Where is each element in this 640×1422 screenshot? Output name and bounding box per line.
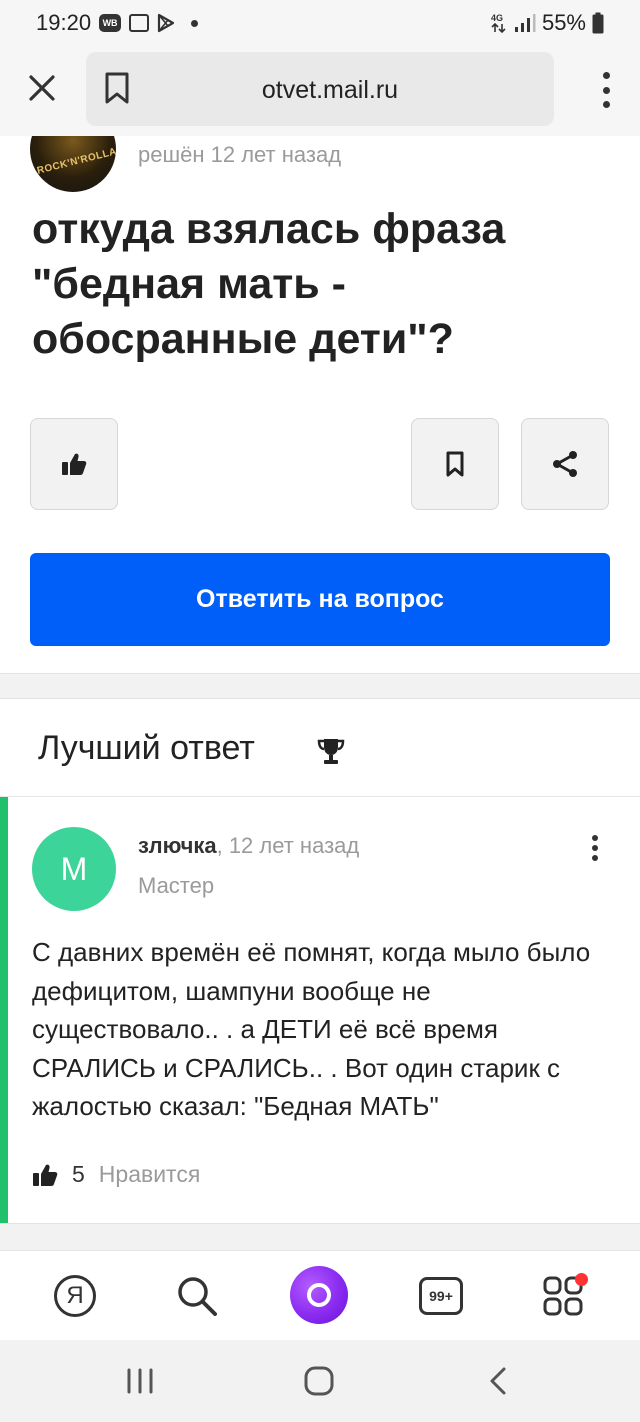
svg-text:4G: 4G — [491, 13, 503, 23]
thumbs-up-icon — [33, 1164, 58, 1186]
like-question-button[interactable] — [30, 418, 118, 510]
search-icon — [178, 1277, 217, 1316]
home-button[interactable] — [302, 1364, 336, 1398]
back-icon — [490, 1367, 506, 1395]
yandex-button[interactable]: Я — [48, 1269, 102, 1323]
best-answer-card: Лучший ответ М злючка, 12 лет назад Маст… — [0, 698, 640, 1224]
browser-toolbar: otvet.mail.ru — [0, 46, 640, 136]
alice-icon — [307, 1283, 331, 1307]
play-store-icon — [157, 13, 175, 33]
answer-meta: злючка, 12 лет назад — [138, 833, 359, 859]
gallery-icon — [129, 14, 150, 32]
answer-question-button[interactable]: Ответить на вопрос — [30, 553, 610, 646]
like-count: 5 — [72, 1161, 85, 1187]
more-vertical-icon — [602, 72, 610, 79]
thumbs-up-icon — [62, 453, 87, 475]
question-status: решён 12 лет назад — [138, 142, 342, 167]
answer-text: С давних времён её помнят, когда мыло бы… — [32, 937, 591, 1121]
share-icon — [553, 451, 577, 477]
recents-button[interactable] — [126, 1364, 154, 1398]
search-button[interactable] — [170, 1269, 224, 1323]
save-question-button[interactable] — [411, 418, 499, 510]
recents-icon — [127, 1368, 153, 1394]
address-bar[interactable]: otvet.mail.ru — [86, 52, 554, 126]
more-vertical-icon — [592, 835, 598, 841]
network-4g-icon: 4G — [490, 12, 508, 34]
system-navigation-bar — [0, 1340, 640, 1422]
best-answer-accent-bar — [0, 797, 8, 1223]
question-author-avatar[interactable]: ROCK'N'ROLLA — [30, 136, 116, 192]
trophy-icon — [317, 739, 345, 764]
browser-menu-button[interactable] — [600, 72, 612, 108]
close-icon — [29, 75, 55, 101]
bookmark-icon — [446, 451, 464, 477]
answer-author-avatar[interactable]: М — [32, 827, 116, 911]
share-question-button[interactable] — [521, 418, 609, 510]
back-button[interactable] — [484, 1364, 512, 1398]
close-button[interactable] — [22, 68, 62, 108]
notification-dot-icon — [575, 1273, 588, 1286]
battery-percent: 55% — [541, 10, 586, 35]
best-answer-header: Лучший ответ — [0, 699, 640, 797]
status-time: 19:20 — [36, 10, 92, 35]
answer-menu-button[interactable] — [590, 835, 600, 861]
tabs-button[interactable]: 99+ — [414, 1269, 468, 1323]
answer-time: , 12 лет назад — [216, 833, 360, 858]
wb-app-icon: WB — [99, 14, 122, 32]
best-answer-body: М злючка, 12 лет назад Мастер С давних в… — [0, 797, 640, 1225]
browser-bottom-nav: Я 99+ — [0, 1250, 640, 1340]
answer-author-name[interactable]: злючка — [138, 833, 217, 858]
url-text: otvet.mail.ru — [261, 76, 399, 104]
services-button[interactable] — [536, 1269, 590, 1323]
best-answer-heading: Лучший ответ — [38, 729, 255, 767]
home-icon — [304, 1366, 334, 1396]
question-title: откуда взялась фраза "бедная мать - обос… — [32, 205, 506, 363]
alice-button[interactable] — [290, 1266, 348, 1324]
tabs-icon: 99+ — [419, 1277, 463, 1315]
avatar-logo-text: ROCK'N'ROLLA — [35, 146, 116, 177]
signal-icon — [514, 13, 536, 33]
notification-dot-icon — [191, 19, 199, 27]
yandex-icon: Я — [54, 1275, 96, 1317]
answer-like-button[interactable]: 5 Нравится — [32, 1161, 200, 1188]
like-label: Нравится — [98, 1161, 201, 1187]
answer-author-rank: Мастер — [138, 873, 215, 898]
battery-icon — [592, 12, 604, 34]
status-bar: 19:20 WB 4G 55% — [0, 0, 640, 46]
question-card: ROCK'N'ROLLA решён 12 лет назад откуда в… — [0, 136, 640, 674]
